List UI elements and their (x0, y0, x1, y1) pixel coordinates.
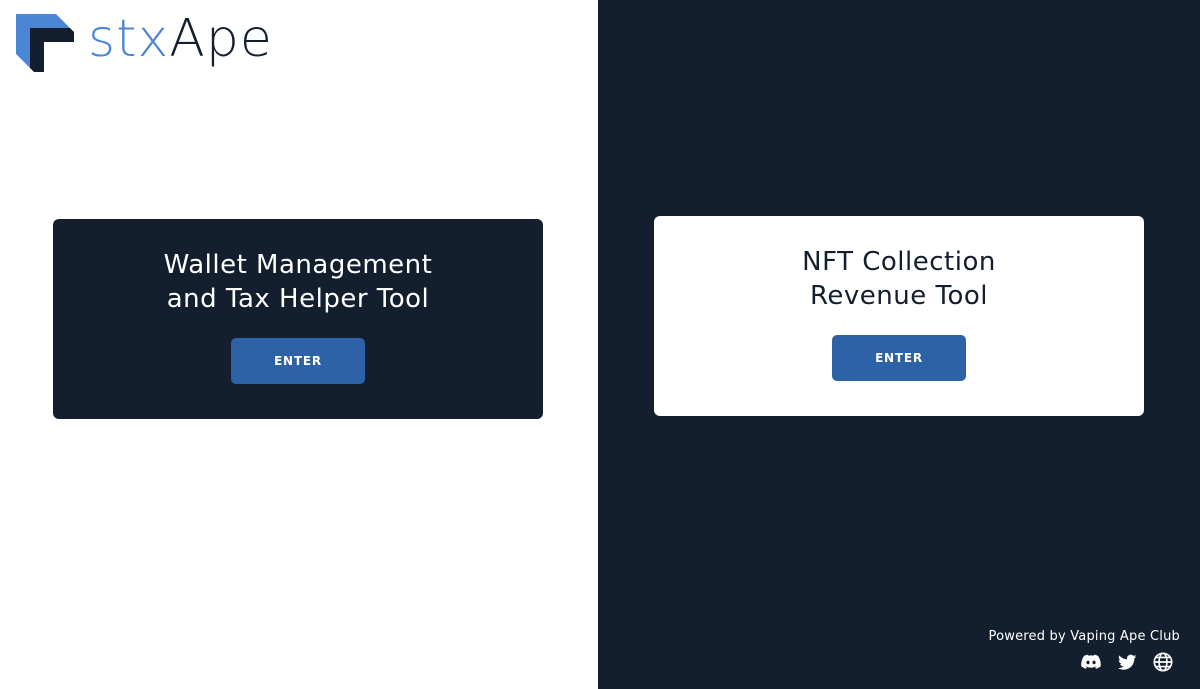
wallet-tool-title-line-2: and Tax Helper Tool (166, 284, 430, 314)
right-pane: NFT Collection Revenue Tool ENTER Powere… (598, 0, 1200, 689)
wallet-tool-title: Wallet Management and Tax Helper Tool (164, 248, 433, 316)
wallet-tool-card: Wallet Management and Tax Helper Tool EN… (53, 219, 543, 419)
discord-icon[interactable] (1080, 651, 1102, 673)
nft-revenue-tool-enter-button[interactable]: ENTER (832, 335, 966, 381)
wallet-tool-title-line-1: Wallet Management (163, 250, 433, 280)
wallet-tool-enter-button[interactable]: ENTER (231, 338, 365, 384)
logo-text-stx: stx (88, 9, 170, 69)
globe-icon[interactable] (1152, 651, 1174, 673)
logo-text-ape: Ape (169, 9, 273, 69)
nft-revenue-tool-title-line-2: Revenue Tool (809, 281, 988, 311)
footer: Powered by Vaping Ape Club (920, 629, 1180, 689)
stxape-logo-icon (16, 14, 74, 72)
landing-page: stxApe Wallet Management and Tax Helper … (0, 0, 1200, 689)
social-links (1080, 651, 1174, 673)
left-pane: stxApe Wallet Management and Tax Helper … (0, 0, 598, 689)
nft-revenue-tool-title: NFT Collection Revenue Tool (802, 245, 996, 313)
nft-revenue-tool-title-line-1: NFT Collection (802, 247, 996, 277)
powered-by-text: Powered by Vaping Ape Club (988, 629, 1180, 644)
logo-wordmark: stxApe (88, 13, 273, 65)
twitter-icon[interactable] (1116, 651, 1138, 673)
nft-revenue-tool-card: NFT Collection Revenue Tool ENTER (654, 216, 1144, 416)
logo[interactable]: stxApe (16, 10, 273, 76)
